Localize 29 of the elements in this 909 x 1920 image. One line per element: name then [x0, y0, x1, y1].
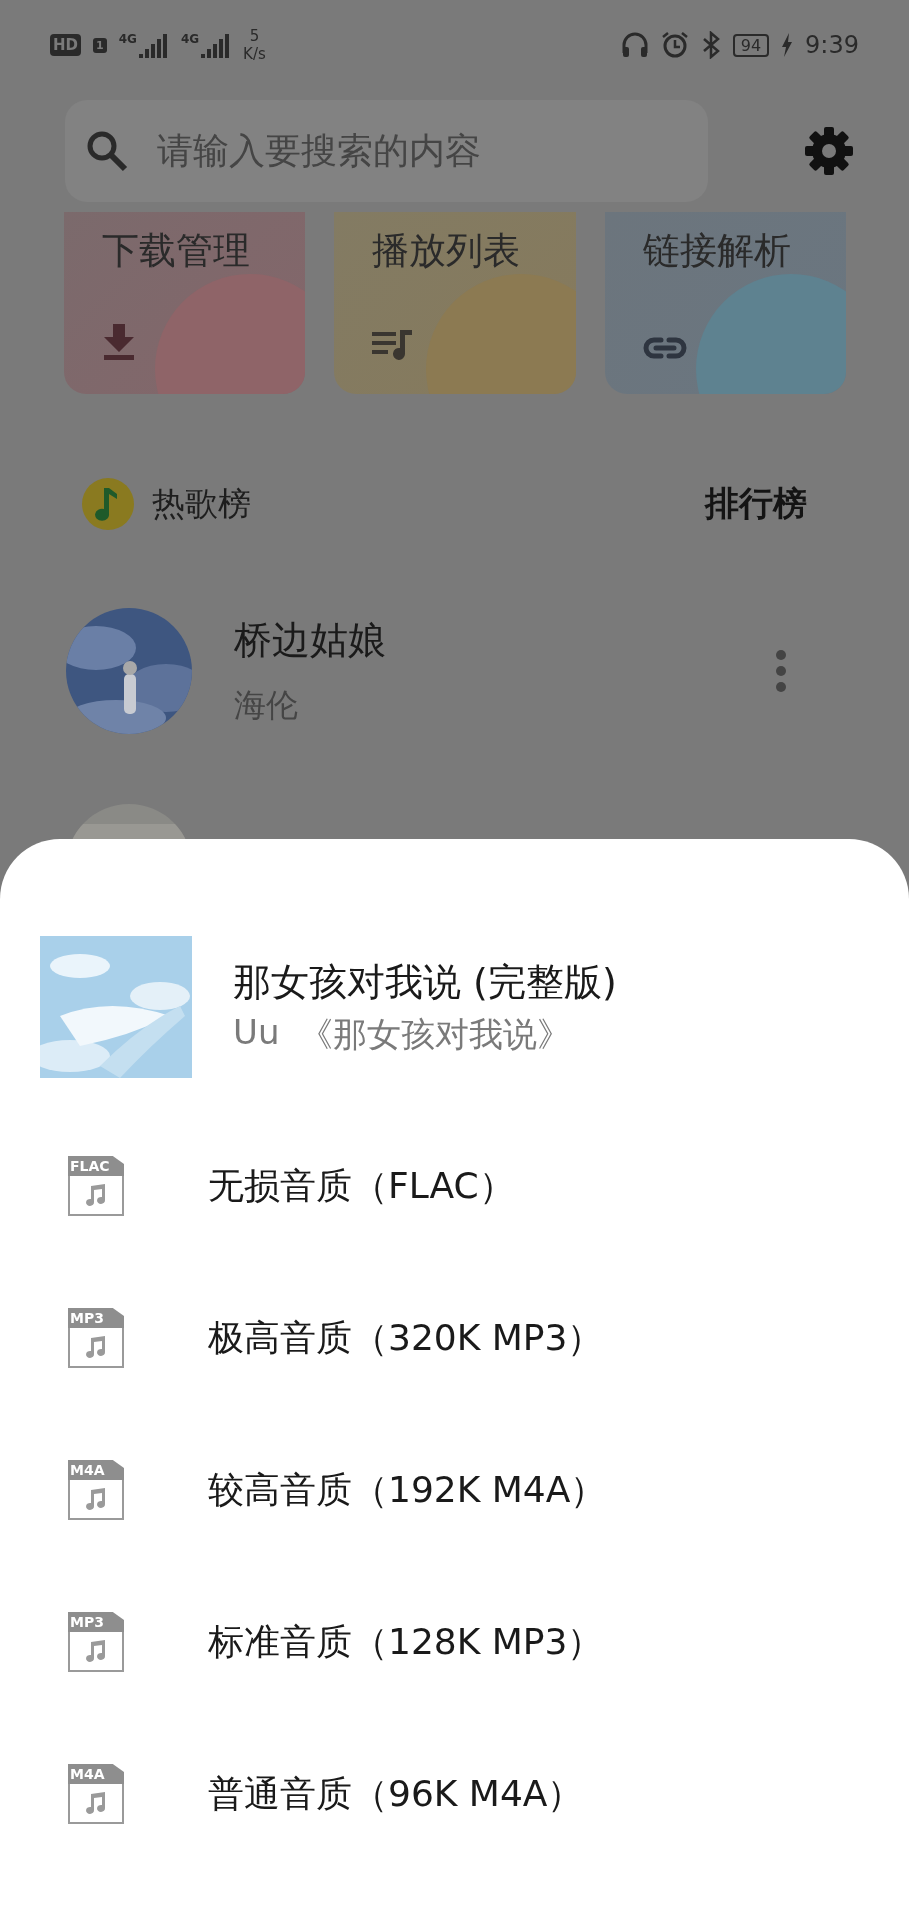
battery-icon: 94 [732, 33, 770, 57]
album-name: 《那女孩对我说》 [299, 1012, 572, 1056]
song-artist: Uu [233, 1011, 280, 1054]
settings-icon[interactable] [804, 126, 854, 176]
quality-option[interactable]: MP3 极高音质（320K MP3） [0, 1262, 909, 1414]
card-title: 链接解析 [641, 228, 792, 274]
headphones-icon [620, 31, 649, 59]
speed-unit: K/s [243, 45, 266, 63]
playlist-icon [372, 330, 415, 360]
link-icon [642, 336, 687, 360]
hd-icon: HD [50, 34, 81, 56]
song-title: 那女孩对我说 (完整版) [233, 958, 617, 1006]
charging-icon [781, 33, 794, 57]
download-icon [102, 324, 136, 360]
card-title: 播放列表 [371, 228, 522, 274]
card-title: 下载管理 [101, 228, 251, 274]
ranking-link[interactable]: 排行榜 [705, 481, 807, 527]
network-speed: 5 [249, 27, 260, 45]
chart-title: 热歌榜 [152, 482, 252, 525]
quality-option[interactable]: M4A 普通音质（96K M4A） [0, 1718, 909, 1870]
quality-option[interactable]: FLAC 无损音质（FLAC） [0, 1110, 909, 1262]
sim-icon: 1 [93, 37, 107, 53]
quality-option[interactable]: M4A 较高音质（192K M4A） [0, 1414, 909, 1566]
quality-option[interactable]: MP3 标准音质（128K MP3） [0, 1566, 909, 1718]
song-title: 桥边姑娘 [234, 616, 387, 664]
music-note-icon [82, 478, 134, 530]
clock-time: 9:39 [805, 31, 859, 59]
alarm-icon [660, 31, 689, 59]
search-icon [85, 129, 129, 173]
